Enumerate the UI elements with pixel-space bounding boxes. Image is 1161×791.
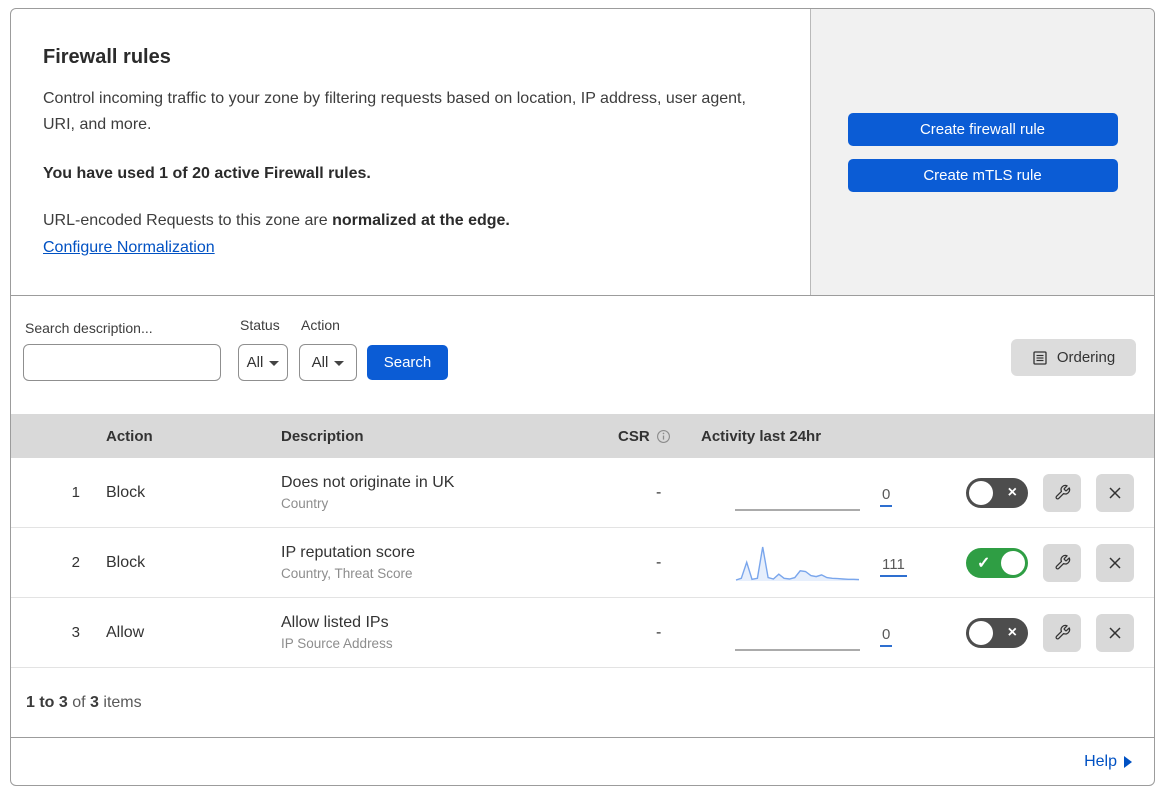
action-column-header: Action [106,427,153,445]
total-count: 3 [90,693,99,711]
help-link-label: Help [1084,753,1117,770]
rule-csr-value: - [656,623,662,641]
wrench-icon [1055,624,1070,640]
create-firewall-rule-button[interactable]: Create firewall rule [847,112,1118,146]
csr-header-label: CSR [618,427,650,445]
pagination-summary: 1 to 3 of 3 items [11,668,1154,738]
table-row: 1 Block Does not originate in UK Country… [11,458,1154,528]
delete-rule-button[interactable] [1096,543,1134,582]
rule-priority: 3 [71,624,80,641]
ordering-list-icon [1033,350,1047,365]
rule-criteria: IP Source Address [281,636,393,651]
activity-column-header: Activity last 24hr [701,427,822,445]
close-icon [1109,486,1121,499]
activity-sparkline [735,472,860,514]
activity-count-link[interactable]: 0 [880,486,893,507]
rule-enabled-toggle[interactable]: ✓ × [966,547,1028,578]
status-filter-select[interactable]: All [238,344,288,381]
activity-count-link[interactable]: 0 [880,626,893,647]
description-column-header: Description [281,427,364,445]
activity-sparkline [735,612,860,654]
ordering-button-label: Ordering [1056,349,1116,366]
status-filter-value: All [246,354,264,371]
x-icon: × [1007,623,1017,641]
chevron-down-icon [269,361,280,366]
rule-enabled-toggle[interactable]: ✓ × [966,617,1028,648]
ordering-button[interactable]: Ordering [1011,339,1136,376]
search-label: Search description... [25,320,153,336]
table-row: 3 Allow Allow listed IPs IP Source Addre… [11,598,1154,668]
filter-bar: Search description... Status All Action … [11,296,1154,414]
wrench-icon [1055,554,1070,570]
toggle-knob [969,480,993,505]
edit-rule-button[interactable] [1043,613,1081,652]
table-row: 2 Block IP reputation score Country, Thr… [11,528,1154,598]
rule-priority: 1 [71,484,80,501]
toggle-knob [969,620,993,645]
arrow-right-icon [1124,756,1132,768]
usage-notice: You have used 1 of 20 active Firewall ru… [43,165,371,182]
activity-sparkline [735,542,860,584]
table-header: Action Description CSR Activity last 24h… [11,414,1154,458]
status-label: Status [240,317,280,333]
create-mtls-rule-button[interactable]: Create mTLS rule [847,158,1118,192]
action-filter-select[interactable]: All [299,344,357,381]
range-text: 1 to 3 [26,693,68,711]
check-icon: ✓ [977,554,991,572]
search-button[interactable]: Search [367,345,448,380]
rule-csr-value: - [656,483,662,501]
wrench-icon [1055,484,1070,500]
edit-rule-button[interactable] [1043,473,1081,512]
page-description: Control incoming traffic to your zone by… [43,90,746,133]
firewall-rules-panel: Firewall rules Control incoming traffic … [10,8,1155,786]
edit-rule-button[interactable] [1043,543,1081,582]
page-title: Firewall rules [43,46,171,68]
search-input[interactable] [40,346,239,379]
activity-count-link[interactable]: 111 [880,556,907,577]
info-icon[interactable] [656,429,671,444]
chevron-down-icon [334,361,345,366]
toggle-knob [1001,550,1025,575]
rule-priority: 2 [71,554,80,571]
csr-column-header: CSR [608,428,701,445]
normalization-bold: normalized at the edge. [332,212,510,229]
rule-enabled-toggle[interactable]: ✓ × [966,477,1028,508]
of-text: of [67,693,91,711]
rule-description: Allow listed IPs [281,614,389,631]
close-icon [1109,556,1121,569]
actions-side-panel: Create firewall rule Create mTLS rule [811,9,1154,295]
configure-normalization-link[interactable]: Configure Normalization [43,239,215,256]
rule-description: Does not originate in UK [281,474,455,491]
search-field[interactable] [23,344,239,381]
rule-action: Block [106,483,146,501]
header-section: Firewall rules Control incoming traffic … [11,9,1154,296]
action-filter-value: All [311,354,329,371]
rule-criteria: Country [281,496,329,511]
normalization-prefix: URL-encoded Requests to this zone are [43,212,333,229]
help-bar: Help [11,738,1154,785]
items-text: items [98,693,142,711]
rule-csr-value: - [656,553,662,571]
header-text-block: Firewall rules Control incoming traffic … [11,9,811,295]
rule-description: IP reputation score [281,544,416,561]
delete-rule-button[interactable] [1096,613,1134,652]
close-icon [1109,626,1121,639]
rule-criteria: Country, Threat Score [281,566,413,581]
rule-action: Block [106,553,146,571]
x-icon: × [1007,483,1017,501]
delete-rule-button[interactable] [1096,473,1134,512]
action-label: Action [301,317,340,333]
rule-action: Allow [106,623,145,641]
normalization-notice: URL-encoded Requests to this zone are no… [43,212,768,230]
help-link[interactable]: Help [1084,753,1132,771]
